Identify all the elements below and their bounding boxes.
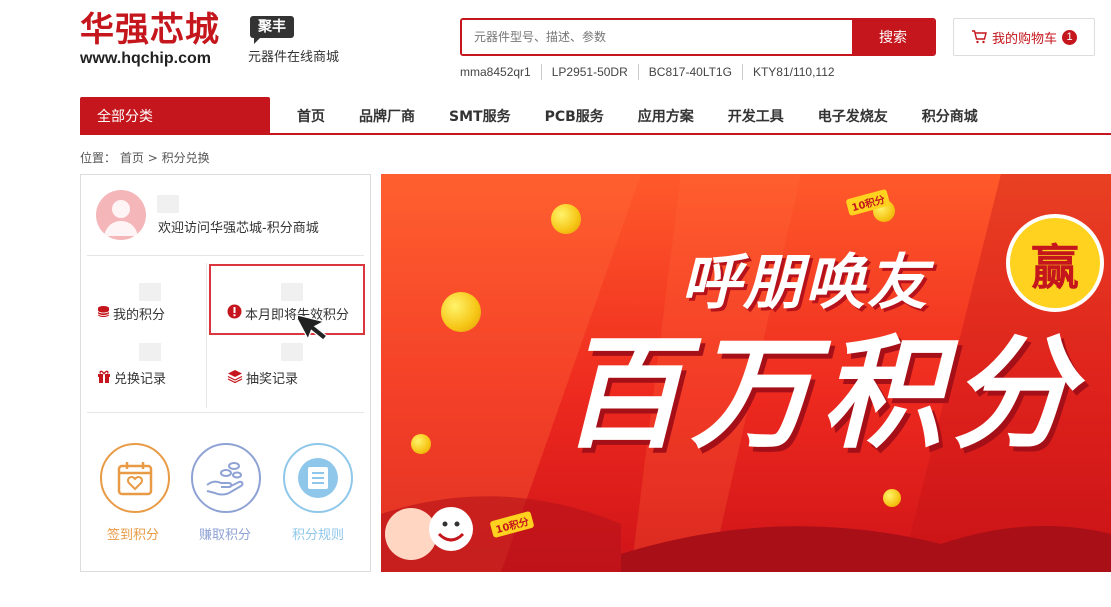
nav-item-pcb[interactable]: PCB服务 bbox=[545, 106, 604, 126]
coin-graphic bbox=[551, 204, 581, 234]
hot-word-link[interactable]: KTY81/110,112 bbox=[741, 64, 845, 80]
cart-icon bbox=[971, 30, 987, 44]
breadcrumb-separator: > bbox=[147, 151, 158, 165]
checkin-button[interactable] bbox=[100, 443, 170, 513]
checkin-label[interactable]: 签到积分 bbox=[107, 524, 159, 543]
nav-item-smt[interactable]: SMT服务 bbox=[449, 106, 511, 126]
earn-points-button[interactable] bbox=[191, 443, 261, 513]
search-button[interactable]: 搜索 bbox=[852, 20, 934, 54]
nav-item-points-mall[interactable]: 积分商城 bbox=[922, 106, 978, 126]
hot-search-words: mma8452qr1 LP2951-50DR BC817-40LT1G KTY8… bbox=[460, 64, 845, 80]
divider bbox=[87, 255, 364, 256]
nav-item-home[interactable]: 首页 bbox=[297, 106, 325, 126]
expiring-value-placeholder bbox=[281, 283, 303, 301]
cart-count-badge: 1 bbox=[1062, 29, 1077, 45]
username-placeholder bbox=[157, 195, 179, 213]
layers-icon bbox=[227, 369, 243, 387]
lottery-record-link[interactable]: 抽奖记录 bbox=[227, 368, 298, 387]
banner-headline-top: 呼朋唤友 bbox=[681, 248, 929, 318]
welcome-text: 欢迎访问华强芯城-积分商城 bbox=[158, 221, 319, 236]
cartoon-figures-graphic bbox=[385, 507, 473, 560]
hot-word-link[interactable]: mma8452qr1 bbox=[460, 64, 541, 80]
divider bbox=[87, 412, 364, 413]
user-points-panel: 欢迎访问华强芯城-积分商城 我的积分 本月即将失效积分 兑换记录 抽奖记录 签到… bbox=[80, 174, 371, 572]
hot-word-link[interactable]: LP2951-50DR bbox=[540, 64, 638, 80]
win-badge-text: 赢 bbox=[1030, 240, 1079, 296]
site-logo[interactable]: 华强芯城 www.hqchip.com 聚丰 元器件在线商城 bbox=[80, 10, 360, 70]
mouse-cursor-icon bbox=[298, 313, 328, 341]
calendar-heart-icon bbox=[117, 462, 153, 496]
nav-items: 首页 品牌厂商 SMT服务 PCB服务 应用方案 开发工具 电子发烧友 积分商城 bbox=[297, 97, 1012, 135]
exchange-record-label: 兑换记录 bbox=[114, 372, 167, 387]
points-value-placeholder bbox=[139, 283, 161, 301]
win-badge: 赢 bbox=[1006, 214, 1104, 312]
gift-icon bbox=[97, 369, 111, 387]
nav-item-dev-tools[interactable]: 开发工具 bbox=[728, 106, 784, 126]
breadcrumb-prefix: 位置： bbox=[80, 151, 117, 165]
coin-graphic bbox=[411, 434, 431, 454]
promo-banner[interactable]: 10积分 10积分 呼朋唤友 百万积分 赢 bbox=[381, 174, 1111, 572]
hot-word-link[interactable]: BC817-40LT1G bbox=[637, 64, 742, 80]
my-points-link[interactable]: 我的积分 bbox=[97, 304, 165, 323]
nav-item-solutions[interactable]: 应用方案 bbox=[638, 106, 694, 126]
my-points-label: 我的积分 bbox=[113, 308, 166, 323]
breadcrumb-current: 积分兑换 bbox=[161, 151, 210, 165]
divider bbox=[206, 263, 207, 408]
logo-badge: 聚丰 bbox=[250, 16, 294, 44]
nav-item-brands[interactable]: 品牌厂商 bbox=[359, 106, 415, 126]
user-avatar-icon bbox=[104, 200, 138, 236]
logo-chinese-name: 华强芯城 bbox=[80, 10, 220, 50]
all-categories-menu[interactable]: 全部分类 bbox=[80, 97, 270, 135]
coin-graphic bbox=[441, 292, 481, 332]
points-rules-button[interactable] bbox=[283, 443, 353, 513]
coin-graphic bbox=[883, 489, 901, 507]
cart-button[interactable]: 我的购物车 1 bbox=[953, 18, 1095, 56]
lottery-record-label: 抽奖记录 bbox=[246, 372, 299, 387]
exchange-record-link[interactable]: 兑换记录 bbox=[97, 368, 166, 387]
search-bar: 搜索 bbox=[460, 18, 936, 56]
points-rules-label[interactable]: 积分规则 bbox=[292, 524, 344, 543]
avatar[interactable] bbox=[96, 190, 146, 240]
breadcrumb-home[interactable]: 首页 bbox=[120, 151, 144, 165]
database-icon bbox=[97, 305, 110, 322]
search-input[interactable] bbox=[462, 20, 852, 54]
earn-points-label[interactable]: 赚取积分 bbox=[199, 524, 251, 543]
warning-icon bbox=[227, 304, 242, 323]
logo-slogan: 元器件在线商城 bbox=[248, 50, 340, 65]
rules-list-icon bbox=[298, 458, 338, 498]
cart-label: 我的购物车 bbox=[991, 31, 1057, 47]
banner-headline-main: 百万积分 bbox=[561, 323, 1081, 465]
main-nav: 全部分类 首页 品牌厂商 SMT服务 PCB服务 应用方案 开发工具 电子发烧友… bbox=[80, 97, 1111, 135]
exchange-value-placeholder bbox=[139, 343, 161, 361]
logo-url: www.hqchip.com bbox=[80, 50, 211, 67]
breadcrumb: 位置： 首页 > 积分兑换 bbox=[80, 150, 210, 166]
nav-item-elecfans[interactable]: 电子发烧友 bbox=[818, 106, 888, 126]
hand-coins-icon bbox=[206, 462, 244, 496]
